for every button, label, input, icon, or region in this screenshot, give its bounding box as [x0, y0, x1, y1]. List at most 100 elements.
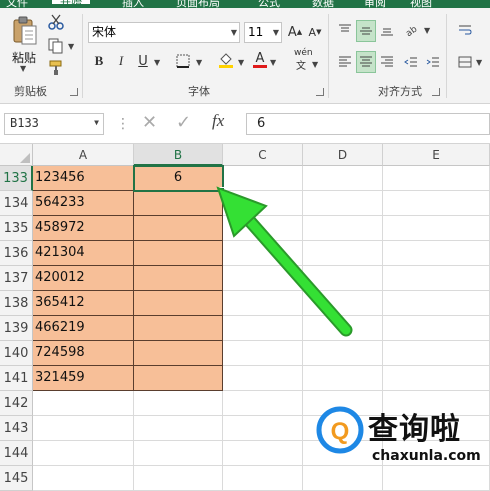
column-header-d[interactable]: D [303, 144, 383, 166]
phonetic-dropdown-icon[interactable]: ▼ [312, 60, 318, 69]
format-painter-icon[interactable] [46, 58, 66, 78]
tab-insert[interactable]: 插入 [122, 0, 144, 8]
row-header[interactable]: 136 [0, 241, 33, 266]
underline-dropdown-icon[interactable]: ▼ [154, 58, 160, 67]
cell-a[interactable]: 365412 [33, 291, 134, 316]
row-header[interactable]: 137 [0, 266, 33, 291]
decrease-indent-icon[interactable] [402, 52, 420, 72]
select-all-corner[interactable] [0, 144, 33, 166]
font-color-icon[interactable]: A [252, 50, 268, 70]
font-color-dropdown-icon[interactable]: ▼ [270, 58, 276, 67]
chevron-down-icon[interactable]: ▼ [231, 23, 237, 42]
tab-data[interactable]: 数据 [312, 0, 334, 8]
tab-page-layout[interactable]: 页面布局 [176, 0, 220, 8]
fill-color-icon[interactable] [216, 50, 236, 70]
cell[interactable] [383, 366, 490, 391]
merge-center-icon[interactable] [456, 52, 474, 72]
cell[interactable] [223, 391, 303, 416]
row-header[interactable]: 134 [0, 191, 33, 216]
cell-a[interactable] [33, 441, 134, 466]
align-bottom-icon[interactable] [378, 20, 396, 40]
align-left-icon[interactable] [336, 52, 354, 72]
cell-a[interactable]: 321459 [33, 366, 134, 391]
cut-icon[interactable] [46, 12, 66, 32]
borders-icon[interactable] [174, 52, 192, 70]
row-header[interactable]: 139 [0, 316, 33, 341]
name-box[interactable]: B133 ▼ [4, 113, 104, 135]
row-header[interactable]: 140 [0, 341, 33, 366]
cell-b[interactable] [134, 366, 223, 391]
cell-b[interactable] [134, 416, 223, 441]
cell-b[interactable] [134, 441, 223, 466]
cell-a[interactable]: 421304 [33, 241, 134, 266]
cell[interactable] [303, 466, 383, 491]
copy-dropdown-icon[interactable]: ▼ [68, 42, 74, 51]
cell-a[interactable]: 564233 [33, 191, 134, 216]
row-header[interactable]: 133 [0, 166, 33, 191]
merge-dropdown-icon[interactable]: ▼ [476, 58, 482, 67]
tab-review[interactable]: 审阅 [364, 0, 386, 8]
chevron-down-icon[interactable]: ▼ [94, 118, 99, 127]
cell-a[interactable]: 123456 [33, 166, 134, 191]
column-header-c[interactable]: C [223, 144, 303, 166]
bold-icon[interactable]: B [92, 52, 106, 70]
cell[interactable] [303, 341, 383, 366]
grow-font-icon[interactable]: A ▲ [286, 22, 304, 42]
cell-a[interactable] [33, 466, 134, 491]
cancel-icon[interactable]: ✕ [142, 112, 157, 133]
paste-dropdown-icon[interactable]: ▼ [20, 64, 26, 73]
column-header-e[interactable]: E [383, 144, 490, 166]
row-header[interactable]: 142 [0, 391, 33, 416]
underline-icon[interactable]: U [136, 52, 150, 70]
cell[interactable] [383, 316, 490, 341]
formula-bar-grip-icon[interactable]: ⋮ [116, 116, 131, 132]
cell[interactable] [383, 466, 490, 491]
phonetic-icon[interactable]: 文 [294, 58, 308, 72]
fill-color-dropdown-icon[interactable]: ▼ [238, 58, 244, 67]
cell-a[interactable] [33, 416, 134, 441]
orientation-dropdown-icon[interactable]: ▼ [424, 26, 430, 35]
font-launcher-icon[interactable] [316, 88, 324, 96]
cell[interactable] [383, 216, 490, 241]
tab-view[interactable]: 视图 [410, 0, 432, 8]
font-size-combo[interactable]: 11 ▼ [244, 22, 282, 43]
enter-icon[interactable]: ✓ [176, 112, 191, 133]
align-right-icon[interactable] [378, 52, 396, 72]
font-name-combo[interactable]: 宋体 ▼ [88, 22, 240, 43]
orientation-icon[interactable]: ab [402, 20, 420, 40]
tab-formulas[interactable]: 公式 [258, 0, 280, 8]
cell[interactable] [303, 366, 383, 391]
cell[interactable] [383, 341, 490, 366]
row-header[interactable]: 141 [0, 366, 33, 391]
row-header[interactable]: 135 [0, 216, 33, 241]
cell[interactable] [223, 366, 303, 391]
tab-home[interactable]: 开始 [52, 0, 90, 8]
align-middle-icon[interactable] [356, 20, 376, 42]
shrink-font-icon[interactable]: A ▼ [306, 22, 324, 42]
cell-a[interactable]: 724598 [33, 341, 134, 366]
cell[interactable] [223, 341, 303, 366]
cell[interactable] [223, 416, 303, 441]
cell-b[interactable] [134, 391, 223, 416]
row-header[interactable]: 144 [0, 441, 33, 466]
alignment-launcher-icon[interactable] [432, 88, 440, 96]
align-center-icon[interactable] [356, 51, 376, 73]
cell[interactable] [223, 441, 303, 466]
cell[interactable] [383, 166, 490, 191]
insert-function-icon[interactable]: fx [212, 111, 224, 131]
cell[interactable] [383, 291, 490, 316]
cell[interactable] [223, 466, 303, 491]
tab-file[interactable]: 文件 [6, 0, 28, 8]
row-header[interactable]: 143 [0, 416, 33, 441]
row-header[interactable]: 138 [0, 291, 33, 316]
italic-icon[interactable]: I [114, 52, 128, 70]
cell-a[interactable]: 420012 [33, 266, 134, 291]
cell-a[interactable]: 466219 [33, 316, 134, 341]
borders-dropdown-icon[interactable]: ▼ [196, 58, 202, 67]
cell[interactable] [383, 241, 490, 266]
clipboard-launcher-icon[interactable] [70, 88, 78, 96]
formula-input[interactable]: 6 [246, 113, 490, 135]
cell-a[interactable]: 458972 [33, 216, 134, 241]
row-header[interactable]: 145 [0, 466, 33, 491]
copy-icon[interactable] [46, 36, 66, 56]
